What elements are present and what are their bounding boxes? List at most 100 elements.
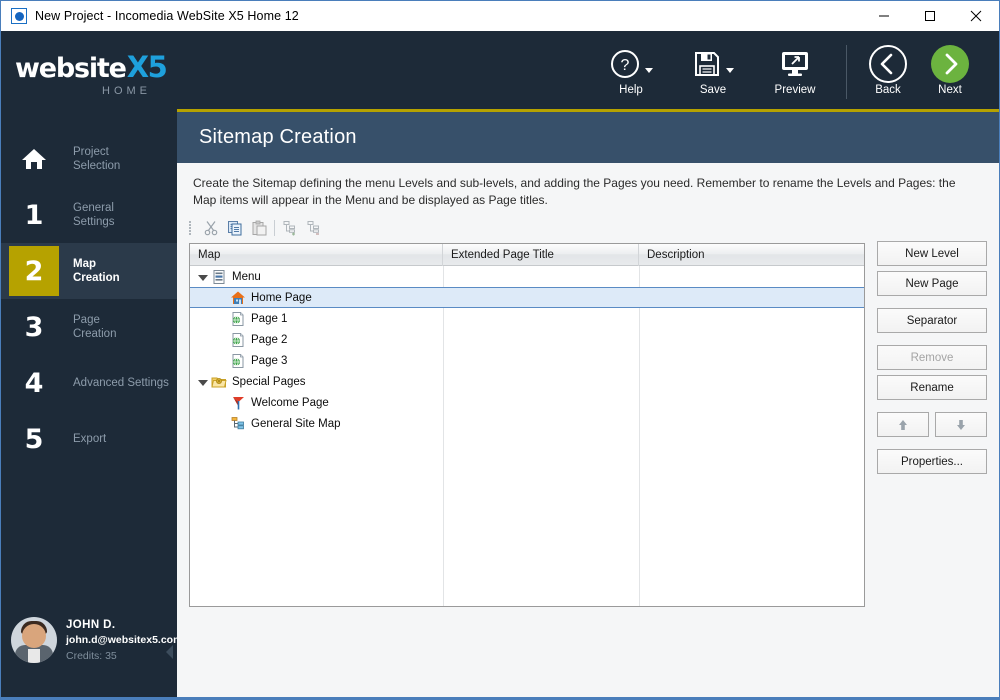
remove-level-button[interactable]	[302, 217, 326, 239]
save-button[interactable]: Save	[672, 39, 754, 96]
table-header-row: Map Extended Page Title Description	[190, 244, 864, 266]
new-level-button[interactable]: New Level	[877, 241, 987, 266]
window-titlebar: New Project - Incomedia WebSite X5 Home …	[1, 1, 999, 31]
sitemap-icon	[230, 416, 246, 432]
move-up-button[interactable]	[877, 412, 929, 437]
help-button[interactable]: ? Help	[590, 39, 672, 96]
paste-icon	[252, 220, 267, 236]
back-button[interactable]: Back	[857, 39, 919, 96]
column-header-map[interactable]: Map	[190, 244, 443, 266]
special-folder-icon	[211, 374, 227, 390]
page-icon	[230, 311, 246, 327]
preview-button[interactable]: Preview	[754, 39, 836, 96]
table-row[interactable]: Page 3	[190, 350, 864, 371]
separator-button[interactable]: Separator	[877, 308, 987, 333]
window-bottom-border	[1, 697, 999, 699]
sidebar-badge-4: 4	[24, 367, 44, 399]
sidebar-item-label: Map Creation	[73, 258, 120, 284]
save-label: Save	[699, 84, 727, 96]
properties-button[interactable]: Properties...	[877, 449, 987, 474]
logo-accent-text: X5	[126, 50, 168, 84]
sidebar-nav: Project Selection 1 General Settings 2 M…	[1, 131, 177, 467]
maximize-button[interactable]	[907, 1, 953, 31]
sitemap-actions: New Level New Page Separator Remove Rena…	[877, 241, 987, 479]
save-icon	[694, 52, 719, 76]
logo-brand-text: website	[15, 53, 127, 84]
table-cell-map: Welcome Page	[251, 396, 329, 409]
close-button[interactable]	[953, 1, 999, 31]
rename-button[interactable]: Rename	[877, 375, 987, 400]
paste-button[interactable]	[247, 217, 271, 239]
sidebar: website X5 HOME Project Selection 1 Gene…	[1, 31, 177, 699]
new-page-button[interactable]: New Page	[877, 271, 987, 296]
add-level-button[interactable]	[278, 217, 302, 239]
sidebar-item-project-selection[interactable]: Project Selection	[1, 131, 177, 187]
sidebar-item-advanced-settings[interactable]: 4 Advanced Settings	[1, 355, 177, 411]
window-controls	[861, 1, 999, 31]
expand-triangle-icon[interactable]	[198, 274, 208, 281]
add-level-icon	[283, 221, 295, 236]
preview-label: Preview	[774, 84, 816, 96]
user-profile[interactable]: JOHN D. john.d@websitex5.com Credits: 35	[1, 609, 177, 671]
move-down-button[interactable]	[935, 412, 987, 437]
page-description: Create the Sitemap defining the menu Lev…	[193, 176, 956, 207]
window-title: New Project - Incomedia WebSite X5 Home …	[35, 9, 299, 23]
cut-icon	[204, 221, 218, 236]
cut-button[interactable]	[199, 217, 223, 239]
copy-icon	[228, 221, 242, 236]
sidebar-badge-2: 2	[9, 246, 59, 296]
sidebar-item-label: Advanced Settings	[73, 377, 169, 389]
table-cell-map: Special Pages	[232, 375, 306, 388]
sidebar-badge-5: 5	[24, 423, 44, 455]
back-label: Back	[875, 84, 901, 96]
table-row[interactable]: Page 2	[190, 329, 864, 350]
user-email: john.d@websitex5.com	[66, 633, 177, 646]
next-label: Next	[938, 84, 962, 96]
content-area: Create the Sitemap defining the menu Lev…	[177, 163, 999, 699]
copy-button[interactable]	[223, 217, 247, 239]
move-up-icon	[899, 419, 907, 430]
app-logo-icon	[11, 8, 27, 24]
remove-button[interactable]: Remove	[877, 345, 987, 370]
toolbar-divider	[274, 220, 275, 236]
table-row[interactable]: Page 1	[190, 308, 864, 329]
next-button[interactable]: Next	[919, 39, 981, 96]
back-icon	[869, 45, 907, 83]
home-icon	[9, 134, 59, 184]
edit-toolbar	[189, 217, 326, 239]
flag-icon	[230, 395, 246, 411]
user-name: JOHN D.	[66, 618, 116, 631]
sidebar-item-label: Project Selection	[73, 146, 121, 172]
toolbar-divider	[846, 45, 847, 99]
table-cell-map: Page 1	[251, 312, 288, 325]
table-cell-map: Page 2	[251, 333, 288, 346]
table-row[interactable]: Special Pages	[190, 371, 864, 392]
column-header-extended-page-title[interactable]: Extended Page Title	[443, 244, 639, 266]
remove-level-icon	[307, 221, 319, 235]
help-icon: ?	[610, 50, 639, 78]
chevron-down-icon[interactable]	[644, 67, 653, 73]
next-icon	[931, 45, 969, 83]
top-toolbar: ? Help Save Preview Back Next	[177, 31, 999, 109]
sidebar-item-page-creation[interactable]: 3 Page Creation	[1, 299, 177, 355]
table-cell-map: Page 3	[251, 354, 288, 367]
sidebar-item-export[interactable]: 5 Export	[1, 411, 177, 467]
table-row[interactable]: Home Page	[190, 287, 864, 308]
table-row[interactable]: Welcome Page	[190, 392, 864, 413]
table-cell-map: Menu	[232, 270, 261, 283]
expand-triangle-icon[interactable]	[198, 379, 208, 386]
app-logo: website X5 HOME	[1, 31, 177, 111]
sidebar-badge-3: 3	[24, 311, 44, 343]
column-header-description[interactable]: Description	[639, 244, 864, 266]
sidebar-item-general-settings[interactable]: 1 General Settings	[1, 187, 177, 243]
minimize-button[interactable]	[861, 1, 907, 31]
sidebar-badge-1: 1	[24, 199, 44, 231]
sidebar-item-map-creation[interactable]: 2 Map Creation	[1, 243, 177, 299]
help-label: Help	[619, 84, 643, 96]
sitemap-tree-panel[interactable]: Map Extended Page Title Description Menu…	[189, 243, 865, 607]
chevron-down-icon[interactable]	[725, 67, 734, 73]
table-row[interactable]: Menu	[190, 266, 864, 287]
table-row[interactable]: General Site Map	[190, 413, 864, 434]
toolbar-grip-icon[interactable]	[189, 220, 195, 236]
collapse-sidebar-icon[interactable]	[166, 645, 173, 659]
